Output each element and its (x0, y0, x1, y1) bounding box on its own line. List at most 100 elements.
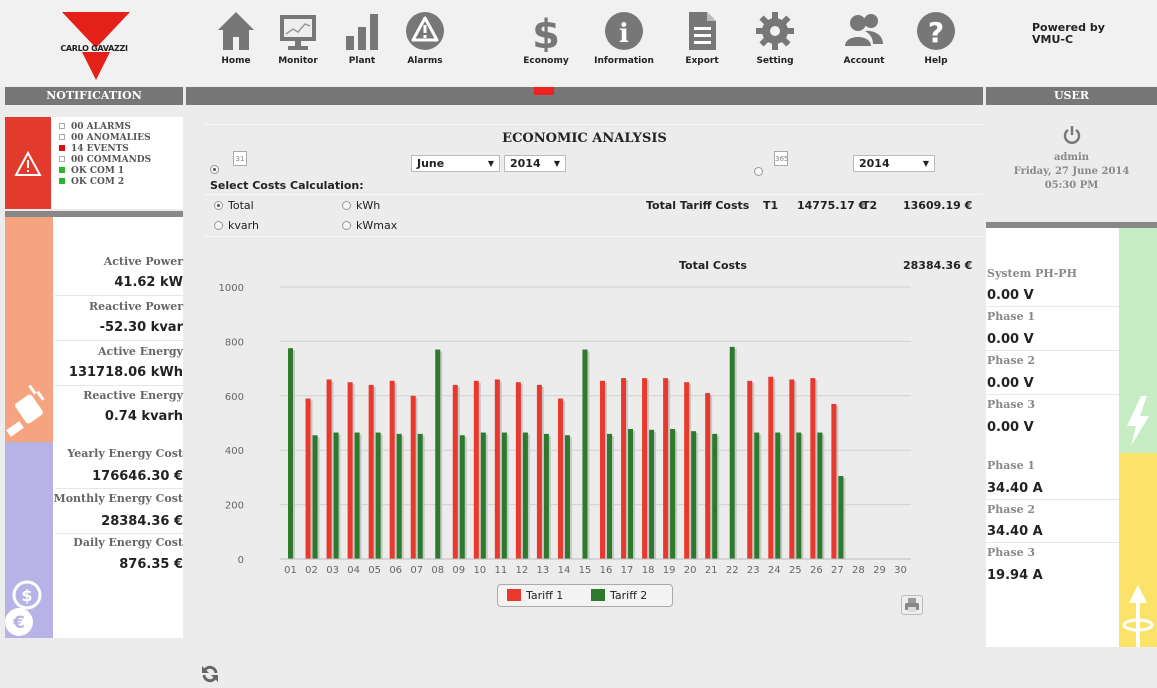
refresh-button[interactable] (200, 664, 220, 688)
home-icon (218, 12, 254, 50)
legend-swatch (507, 589, 521, 601)
status-indicator (59, 134, 65, 140)
yearly-cost-label: Yearly Energy Cost (67, 447, 183, 460)
bar (417, 433, 423, 559)
notif-com1[interactable]: OK COM 1 (59, 166, 151, 177)
bar (642, 378, 648, 559)
bar (501, 432, 507, 559)
status-indicator (59, 145, 65, 151)
x-tick-label: 17 (621, 565, 634, 576)
user-title: USER (986, 87, 1157, 105)
nav-economy[interactable]: $ Economy (508, 10, 584, 80)
power-panel: Active Power 41.62 kW Reactive Power -52… (5, 217, 183, 442)
nav-setting[interactable]: Setting (737, 10, 813, 80)
notif-label: ALARMS (86, 122, 131, 132)
x-tick-label: 30 (894, 565, 907, 576)
reactive-power-value: -52.30 kvar (99, 320, 183, 335)
divider (986, 306, 1119, 307)
bar (312, 435, 318, 559)
print-button[interactable] (901, 595, 923, 615)
bar (536, 384, 542, 559)
x-tick-label: 27 (831, 565, 844, 576)
notif-count: OK (71, 177, 87, 187)
option-kvarh[interactable]: kvarh (214, 219, 259, 232)
nav-label: Export (685, 56, 719, 66)
year-radio[interactable] (754, 160, 768, 179)
active-power-value: 41.62 kW (114, 275, 183, 290)
legend-tariff2[interactable]: Tariff 2 (591, 589, 647, 602)
x-tick-label: 09 (452, 565, 465, 576)
radio-dot (214, 201, 223, 210)
nav-account[interactable]: Account (826, 10, 902, 80)
year-only-select[interactable]: 2014 ▼ (853, 155, 935, 172)
bar (628, 428, 634, 559)
notif-label: COM 1 (89, 166, 125, 176)
year-select[interactable]: 2014 ▼ (504, 155, 566, 172)
active-energy-label: Active Energy (98, 345, 183, 358)
y-tick-label: 400 (225, 446, 244, 457)
option-kwmax[interactable]: kWmax (342, 219, 397, 232)
notif-com2[interactable]: OK COM 2 (59, 177, 151, 188)
bar (729, 346, 735, 559)
bar (621, 378, 627, 559)
notif-label: ANOMALIES (86, 133, 151, 143)
option-label: Total (228, 199, 254, 212)
x-tick-label: 21 (705, 565, 718, 576)
voltage-phase1-value: 0.00 V (987, 332, 1034, 347)
option-label: kvarh (228, 219, 259, 232)
bar (452, 384, 458, 559)
option-label: kWmax (356, 219, 398, 232)
notification-panel: 00 ALARMS 00 ANOMALIES 14 EVENTS 00 COMM… (5, 117, 183, 209)
notif-alarms[interactable]: 00 ALARMS (59, 122, 151, 133)
x-tick-label: 01 (284, 565, 297, 576)
notification-title: NOTIFICATION (5, 87, 183, 105)
nav-export[interactable]: Export (664, 10, 740, 80)
voltage-panel: System PH-PH 0.00 V Phase 1 0.00 V Phase… (986, 228, 1157, 453)
legend-label: Tariff 2 (610, 589, 648, 602)
voltage-phase2-label: Phase 2 (987, 354, 1036, 367)
x-tick-label: 13 (537, 565, 550, 576)
power-button[interactable] (986, 125, 1157, 148)
x-tick-label: 11 (494, 565, 507, 576)
bar (347, 382, 353, 559)
daily-cost-label: Daily Energy Cost (73, 536, 183, 549)
calendar-month-icon: 31 (233, 151, 247, 166)
bar (435, 349, 441, 559)
nav-help[interactable]: ? Help (898, 10, 974, 80)
notif-events[interactable]: 14 EVENTS (59, 144, 151, 155)
current-panel: Phase 1 34.40 A Phase 2 34.40 A Phase 3 … (986, 453, 1157, 647)
x-tick-label: 18 (642, 565, 655, 576)
divider (205, 236, 982, 237)
user-name: admin (1053, 152, 1090, 163)
nav-alarms[interactable]: Alarms (387, 10, 463, 80)
month-select[interactable]: June ▼ (411, 155, 500, 172)
monitor-icon (280, 15, 316, 50)
radio-dot (214, 221, 223, 230)
option-kwh[interactable]: kWh (342, 199, 380, 212)
legend-label: Tariff 1 (526, 589, 564, 602)
alarm-warning-icon (406, 12, 444, 50)
notif-anomalies[interactable]: 00 ANOMALIES (59, 133, 151, 144)
current-side (1119, 453, 1157, 647)
legend-tariff1[interactable]: Tariff 1 (507, 589, 563, 602)
bar (600, 380, 606, 559)
divider (205, 194, 982, 195)
status-indicator (59, 167, 65, 173)
header: CARLO GAVAZZI Home Monitor Plant Alarms … (0, 0, 1157, 86)
current-phase1-label: Phase 1 (987, 459, 1036, 472)
bar (522, 432, 528, 559)
option-total[interactable]: Total (214, 199, 254, 212)
center-title-bar (186, 87, 983, 105)
nav-label: Economy (523, 56, 569, 66)
bar (649, 429, 655, 559)
notif-commands[interactable]: 00 COMMANDS (59, 155, 151, 166)
bar (684, 382, 690, 559)
carlo-gavazzi-logo[interactable]: CARLO GAVAZZI (44, 10, 144, 82)
x-tick-label: 04 (347, 565, 360, 576)
system-ph-value: 0.00 V (987, 288, 1034, 303)
x-tick-label: 06 (389, 565, 402, 576)
nav-information[interactable]: i Information (586, 10, 662, 80)
powered-by: Powered by VMU-C (1032, 22, 1105, 46)
bar (768, 376, 774, 559)
month-radio[interactable] (210, 158, 224, 177)
